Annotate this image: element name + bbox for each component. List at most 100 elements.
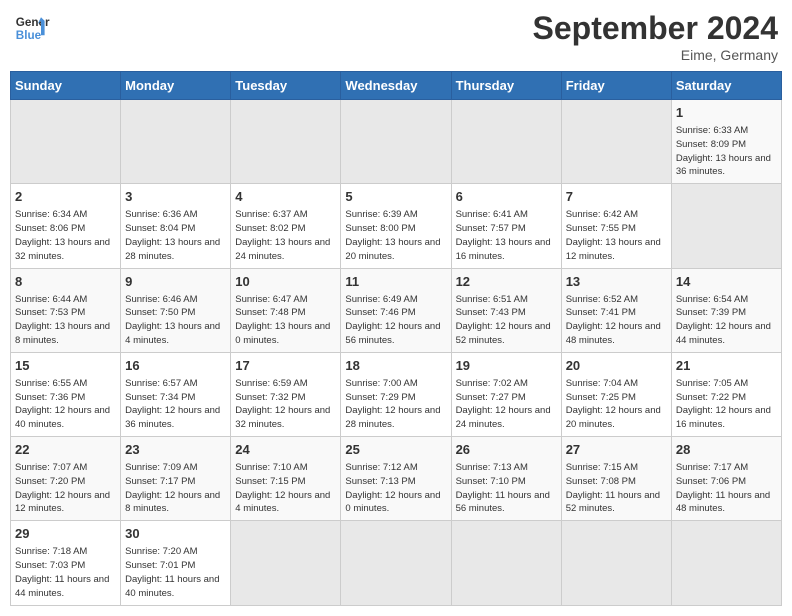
day-number: 11: [345, 273, 446, 291]
day-number: 12: [456, 273, 557, 291]
calendar-day-25: 25 Sunrise: 7:12 AM Sunset: 7:13 PM Dayli…: [341, 437, 451, 521]
calendar-day-2: 2 Sunrise: 6:34 AM Sunset: 8:06 PM Daylig…: [11, 184, 121, 268]
day-number: 21: [676, 357, 777, 375]
calendar-day-9: 9 Sunrise: 6:46 AM Sunset: 7:50 PM Daylig…: [121, 268, 231, 352]
day-info: Sunrise: 7:17 AM Sunset: 7:06 PM Dayligh…: [676, 461, 777, 516]
calendar-week-2: 2 Sunrise: 6:34 AM Sunset: 8:06 PM Daylig…: [11, 184, 782, 268]
calendar-day-8: 8Sunrise: 6:44 AM Sunset: 7:53 PM Daylig…: [11, 268, 121, 352]
calendar-day-15: 15Sunrise: 6:55 AM Sunset: 7:36 PM Dayli…: [11, 352, 121, 436]
day-header-wednesday: Wednesday: [341, 72, 451, 100]
day-info: Sunrise: 6:39 AM Sunset: 8:00 PM Dayligh…: [345, 208, 446, 263]
day-number: 19: [456, 357, 557, 375]
calendar-day-17: 17 Sunrise: 6:59 AM Sunset: 7:32 PM Dayli…: [231, 352, 341, 436]
calendar-week-5: 22 Sunrise: 7:07 AM Sunset: 7:20 PM Dayli…: [11, 437, 782, 521]
calendar-day-5: 5 Sunrise: 6:39 AM Sunset: 8:00 PM Daylig…: [341, 184, 451, 268]
day-number: 28: [676, 441, 777, 459]
day-info: Sunrise: 6:59 AM Sunset: 7:32 PM Dayligh…: [235, 377, 336, 432]
day-header-thursday: Thursday: [451, 72, 561, 100]
calendar-day-26: 26 Sunrise: 7:13 AM Sunset: 7:10 PM Dayli…: [451, 437, 561, 521]
day-info: Sunrise: 6:57 AM Sunset: 7:34 PM Dayligh…: [125, 377, 226, 432]
calendar-week-1: 1 Sunrise: 6:33 AM Sunset: 8:09 PM Daylig…: [11, 100, 782, 184]
day-info: Sunrise: 6:36 AM Sunset: 8:04 PM Dayligh…: [125, 208, 226, 263]
day-number: 14: [676, 273, 777, 291]
calendar-day-18: 18Sunrise: 7:00 AM Sunset: 7:29 PM Dayli…: [341, 352, 451, 436]
calendar-day-27: 27 Sunrise: 7:15 AM Sunset: 7:08 PM Dayli…: [561, 437, 671, 521]
empty-cell: [671, 184, 781, 268]
day-info: Sunrise: 6:47 AM Sunset: 7:48 PM Dayligh…: [235, 293, 336, 348]
calendar-body: 1 Sunrise: 6:33 AM Sunset: 8:09 PM Daylig…: [11, 100, 782, 606]
location-subtitle: Eime, Germany: [533, 47, 778, 63]
day-info: Sunrise: 7:02 AM Sunset: 7:27 PM Dayligh…: [456, 377, 557, 432]
day-number: 2: [15, 188, 116, 206]
day-info: Sunrise: 7:15 AM Sunset: 7:08 PM Dayligh…: [566, 461, 667, 516]
day-info: Sunrise: 6:54 AM Sunset: 7:39 PM Dayligh…: [676, 293, 777, 348]
empty-cell: [231, 521, 341, 605]
day-number: 9: [125, 273, 226, 291]
day-info: Sunrise: 7:05 AM Sunset: 7:22 PM Dayligh…: [676, 377, 777, 432]
day-number: 6: [456, 188, 557, 206]
day-info: Sunrise: 7:12 AM Sunset: 7:13 PM Dayligh…: [345, 461, 446, 516]
day-info: Sunrise: 7:20 AM Sunset: 7:01 PM Dayligh…: [125, 545, 226, 600]
calendar-day-23: 23Sunrise: 7:09 AM Sunset: 7:17 PM Dayli…: [121, 437, 231, 521]
page-header: General Blue September 2024 Eime, German…: [10, 10, 782, 63]
calendar-day-6: 6 Sunrise: 6:41 AM Sunset: 7:57 PM Daylig…: [451, 184, 561, 268]
day-header-friday: Friday: [561, 72, 671, 100]
empty-cell: [231, 100, 341, 184]
day-info: Sunrise: 6:41 AM Sunset: 7:57 PM Dayligh…: [456, 208, 557, 263]
calendar-day-10: 10 Sunrise: 6:47 AM Sunset: 7:48 PM Dayli…: [231, 268, 341, 352]
day-info: Sunrise: 6:33 AM Sunset: 8:09 PM Dayligh…: [676, 124, 777, 179]
calendar-day-21: 21 Sunrise: 7:05 AM Sunset: 7:22 PM Dayli…: [671, 352, 781, 436]
day-number: 26: [456, 441, 557, 459]
calendar-header-row: SundayMondayTuesdayWednesdayThursdayFrid…: [11, 72, 782, 100]
calendar-day-24: 24 Sunrise: 7:10 AM Sunset: 7:15 PM Dayli…: [231, 437, 341, 521]
logo: General Blue: [14, 10, 50, 46]
day-info: Sunrise: 6:34 AM Sunset: 8:06 PM Dayligh…: [15, 208, 116, 263]
day-header-monday: Monday: [121, 72, 231, 100]
day-number: 22: [15, 441, 116, 459]
calendar-table: SundayMondayTuesdayWednesdayThursdayFrid…: [10, 71, 782, 606]
calendar-day-1: 1 Sunrise: 6:33 AM Sunset: 8:09 PM Daylig…: [671, 100, 781, 184]
day-number: 25: [345, 441, 446, 459]
calendar-week-3: 8Sunrise: 6:44 AM Sunset: 7:53 PM Daylig…: [11, 268, 782, 352]
calendar-day-14: 14 Sunrise: 6:54 AM Sunset: 7:39 PM Dayli…: [671, 268, 781, 352]
logo-icon: General Blue: [14, 10, 50, 46]
day-number: 27: [566, 441, 667, 459]
day-info: Sunrise: 6:55 AM Sunset: 7:36 PM Dayligh…: [15, 377, 116, 432]
day-number: 17: [235, 357, 336, 375]
day-info: Sunrise: 7:04 AM Sunset: 7:25 PM Dayligh…: [566, 377, 667, 432]
day-number: 1: [676, 104, 777, 122]
day-number: 3: [125, 188, 226, 206]
calendar-week-6: 29Sunrise: 7:18 AM Sunset: 7:03 PM Dayli…: [11, 521, 782, 605]
day-number: 4: [235, 188, 336, 206]
empty-cell: [341, 100, 451, 184]
empty-cell: [341, 521, 451, 605]
day-info: Sunrise: 6:37 AM Sunset: 8:02 PM Dayligh…: [235, 208, 336, 263]
day-info: Sunrise: 6:44 AM Sunset: 7:53 PM Dayligh…: [15, 293, 116, 348]
calendar-day-28: 28 Sunrise: 7:17 AM Sunset: 7:06 PM Dayli…: [671, 437, 781, 521]
calendar-week-4: 15Sunrise: 6:55 AM Sunset: 7:36 PM Dayli…: [11, 352, 782, 436]
day-info: Sunrise: 6:46 AM Sunset: 7:50 PM Dayligh…: [125, 293, 226, 348]
day-number: 7: [566, 188, 667, 206]
day-info: Sunrise: 7:07 AM Sunset: 7:20 PM Dayligh…: [15, 461, 116, 516]
day-info: Sunrise: 7:10 AM Sunset: 7:15 PM Dayligh…: [235, 461, 336, 516]
day-number: 5: [345, 188, 446, 206]
day-number: 24: [235, 441, 336, 459]
calendar-day-12: 12Sunrise: 6:51 AM Sunset: 7:43 PM Dayli…: [451, 268, 561, 352]
calendar-day-22: 22 Sunrise: 7:07 AM Sunset: 7:20 PM Dayli…: [11, 437, 121, 521]
day-number: 10: [235, 273, 336, 291]
calendar-day-16: 16Sunrise: 6:57 AM Sunset: 7:34 PM Dayli…: [121, 352, 231, 436]
svg-text:Blue: Blue: [16, 29, 42, 42]
day-number: 23: [125, 441, 226, 459]
calendar-day-7: 7Sunrise: 6:42 AM Sunset: 7:55 PM Daylig…: [561, 184, 671, 268]
day-info: Sunrise: 7:13 AM Sunset: 7:10 PM Dayligh…: [456, 461, 557, 516]
calendar-day-3: 3 Sunrise: 6:36 AM Sunset: 8:04 PM Daylig…: [121, 184, 231, 268]
empty-cell: [11, 100, 121, 184]
day-info: Sunrise: 6:49 AM Sunset: 7:46 PM Dayligh…: [345, 293, 446, 348]
svg-text:General: General: [16, 16, 50, 29]
calendar-day-29: 29Sunrise: 7:18 AM Sunset: 7:03 PM Dayli…: [11, 521, 121, 605]
month-title: September 2024: [533, 10, 778, 47]
day-header-sunday: Sunday: [11, 72, 121, 100]
day-number: 30: [125, 525, 226, 543]
day-number: 18: [345, 357, 446, 375]
empty-cell: [451, 100, 561, 184]
